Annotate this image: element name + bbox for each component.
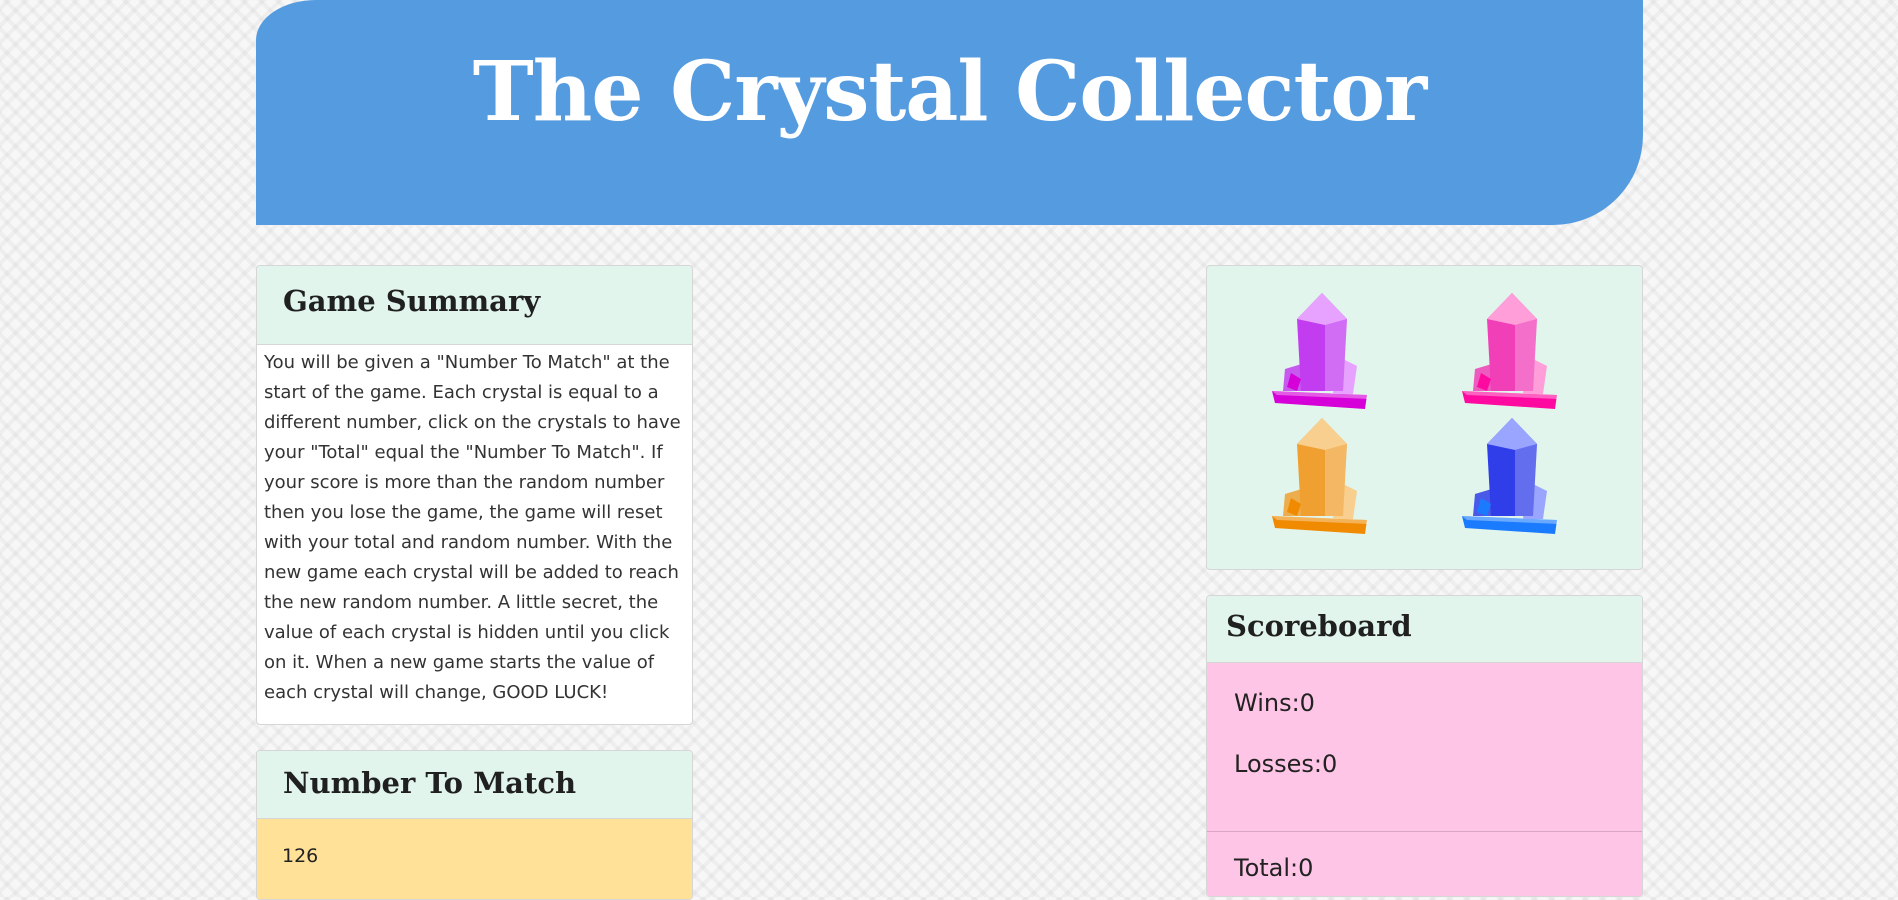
wins-count: Wins:0: [1234, 689, 1315, 717]
crystal-icon: [1272, 418, 1369, 534]
scoreboard-card: Scoreboard Wins:0 Losses:0 Total:0: [1206, 595, 1643, 897]
total-count: Total:0: [1234, 854, 1314, 882]
crystal-purple[interactable]: [1267, 291, 1377, 411]
losses-count: Losses:0: [1234, 750, 1338, 778]
number-to-match-header: Number To Match: [257, 751, 692, 819]
page-title: The Crystal Collector: [472, 44, 1427, 140]
game-summary-card: Game Summary You will be given a "Number…: [256, 265, 693, 725]
number-to-match-card: Number To Match 126: [256, 750, 693, 900]
scoreboard-heading: Scoreboard: [1226, 609, 1412, 643]
crystal-pink[interactable]: [1457, 291, 1567, 411]
game-summary-header: Game Summary: [257, 266, 692, 345]
number-to-match-heading: Number To Match: [283, 766, 577, 800]
crystal-icon: [1272, 293, 1369, 409]
game-summary-text: You will be given a "Number To Match" at…: [264, 352, 681, 703]
crystal-blue[interactable]: [1457, 416, 1567, 536]
crystal-orange[interactable]: [1267, 416, 1377, 536]
game-summary-heading: Game Summary: [283, 284, 541, 318]
crystals-card: [1206, 265, 1643, 570]
number-to-match-value: 126: [257, 819, 692, 899]
scoreboard-divider: [1207, 831, 1642, 832]
crystal-icon: [1462, 418, 1559, 534]
crystal-icon: [1462, 293, 1559, 409]
scoreboard-header: Scoreboard: [1207, 596, 1642, 663]
scoreboard-body: Wins:0 Losses:0 Total:0: [1207, 663, 1642, 896]
page-header: The Crystal Collector: [256, 0, 1643, 225]
